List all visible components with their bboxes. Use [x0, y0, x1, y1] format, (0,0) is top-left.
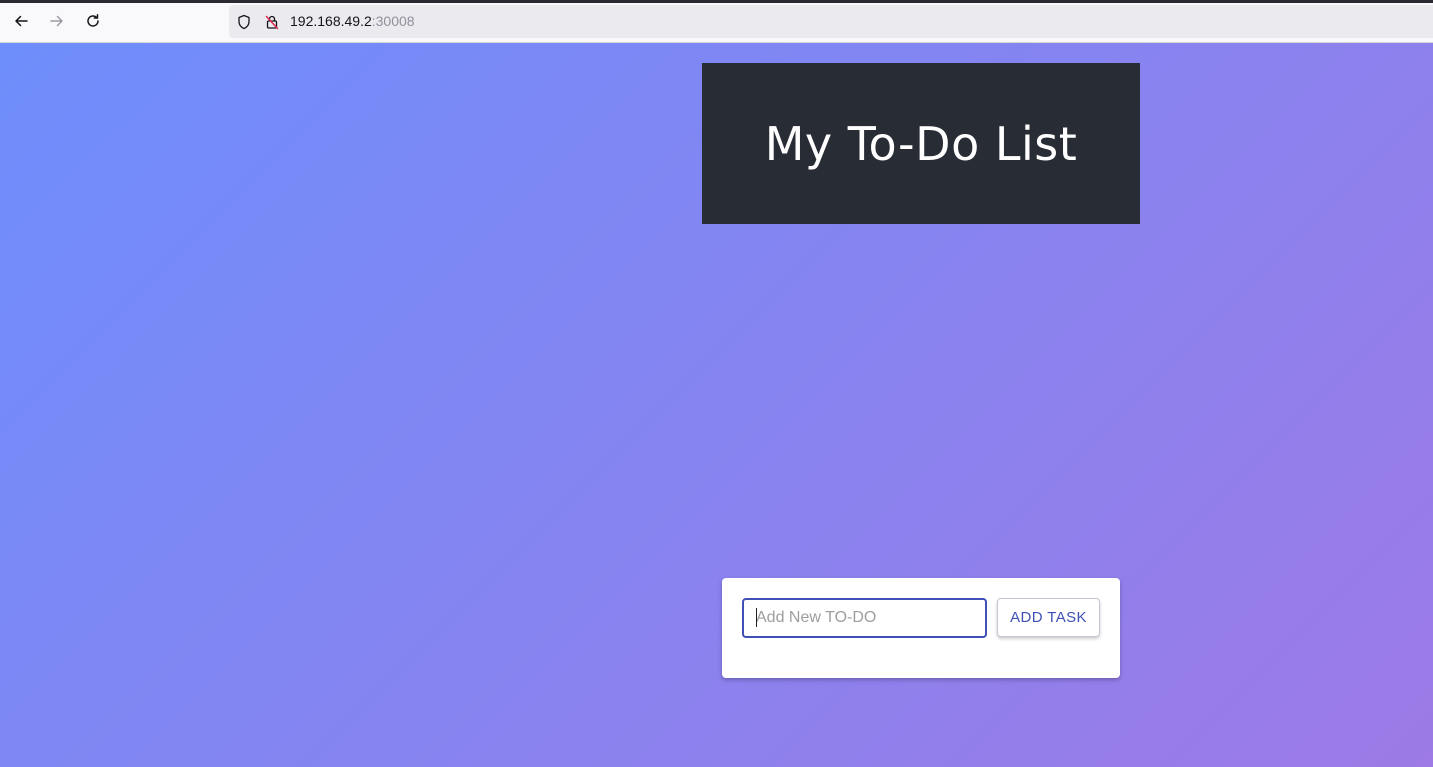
forward-button[interactable] [44, 8, 70, 34]
window-top-edge [0, 0, 1433, 3]
url-bar[interactable]: 192.168.49.2:30008 [229, 5, 1433, 38]
app-header: My To-Do List [702, 63, 1140, 224]
tracking-protection-button[interactable] [235, 13, 252, 30]
back-button[interactable] [8, 8, 34, 34]
insecure-lock-icon [265, 15, 278, 29]
page-title: My To-Do List [764, 116, 1078, 171]
shield-icon [237, 14, 250, 29]
add-todo-card: ADD TASK [722, 578, 1120, 678]
forward-arrow-icon [50, 15, 63, 27]
browser-toolbar: 192.168.49.2:30008 [0, 0, 1433, 43]
add-task-button[interactable]: ADD TASK [997, 598, 1100, 637]
text-caret [756, 608, 757, 627]
page-background: My To-Do List ADD TASK [0, 43, 1433, 767]
site-security-button[interactable] [263, 13, 280, 30]
new-todo-input[interactable] [742, 598, 987, 638]
url-text[interactable]: 192.168.49.2:30008 [290, 13, 415, 29]
reload-button[interactable] [80, 8, 106, 34]
url-host: 192.168.49.2 [290, 13, 372, 29]
reload-icon [87, 14, 99, 27]
url-port: :30008 [371, 13, 415, 29]
back-arrow-icon [15, 15, 28, 27]
